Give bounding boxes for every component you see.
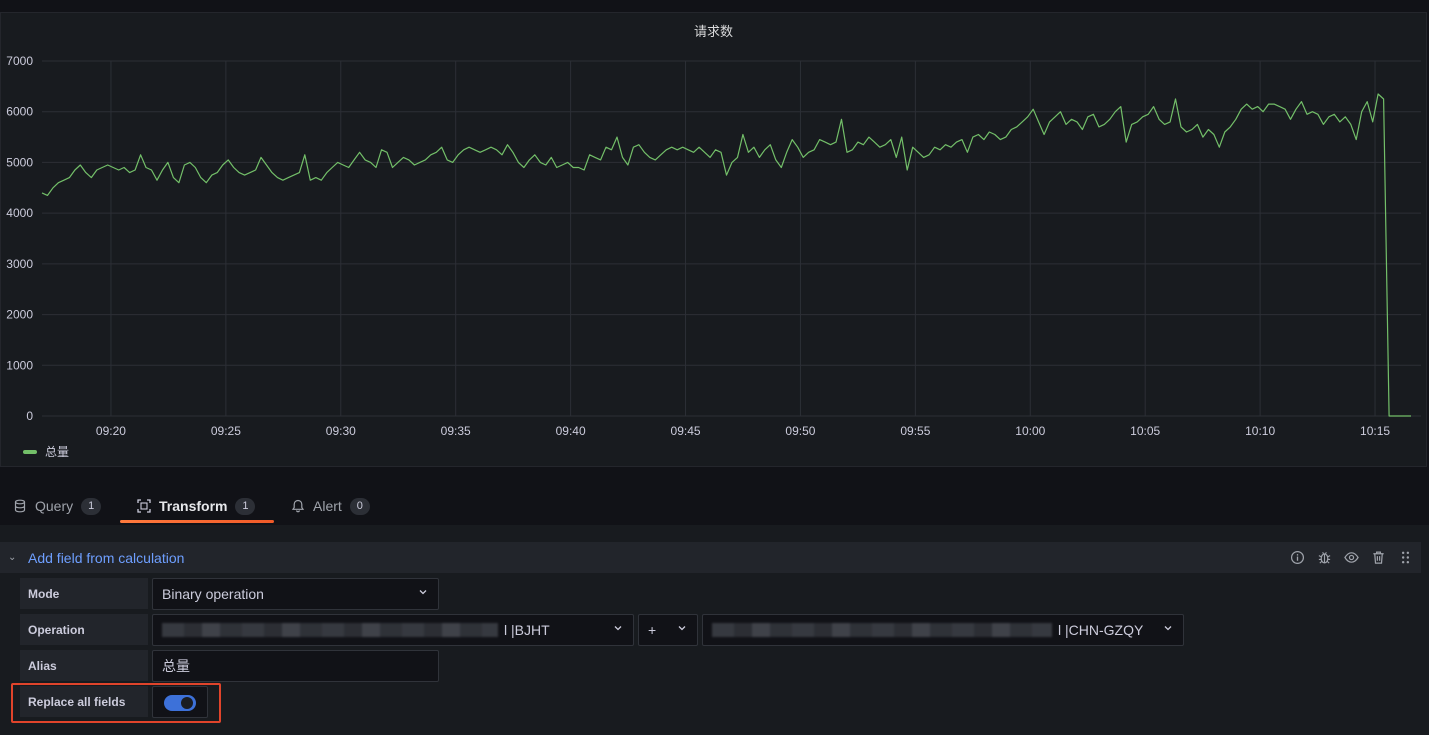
x-tick-label: 09:40 bbox=[556, 424, 586, 438]
chart-legend: 总量 bbox=[23, 443, 69, 460]
active-tab-indicator bbox=[120, 520, 274, 523]
transformation-title[interactable]: Add field from calculation bbox=[28, 550, 184, 566]
y-tick-label: 6000 bbox=[6, 105, 33, 119]
bell-icon bbox=[291, 499, 305, 513]
tab-transform-label: Transform bbox=[159, 498, 228, 514]
y-tick-label: 5000 bbox=[6, 155, 33, 169]
tab-alert-count: 0 bbox=[349, 497, 370, 515]
info-icon[interactable] bbox=[1290, 550, 1305, 565]
x-tick-label: 09:20 bbox=[96, 424, 126, 438]
editor-tabs: Query 1 Transform 1 Alert 0 bbox=[0, 488, 600, 524]
x-tick-label: 09:35 bbox=[441, 424, 471, 438]
trash-icon[interactable] bbox=[1371, 550, 1386, 565]
y-tick-label: 4000 bbox=[6, 206, 33, 220]
eye-icon[interactable] bbox=[1344, 550, 1359, 565]
line-chart: 0 1000 2000 3000 4000 5000 6000 7000 09:20 09:25 0… bbox=[6, 54, 1421, 438]
chevron-down-icon bbox=[678, 626, 686, 631]
chevron-down-icon[interactable]: ⌄ bbox=[8, 552, 18, 563]
transformation-header[interactable]: ⌄ Add field from calculation bbox=[0, 542, 1421, 573]
highlight-annotation-box bbox=[11, 683, 221, 723]
x-tick-label: 10:00 bbox=[1015, 424, 1045, 438]
y-tick-label: 0 bbox=[26, 409, 33, 423]
x-tick-label: 09:25 bbox=[211, 424, 241, 438]
bug-icon[interactable] bbox=[1317, 550, 1332, 565]
y-tick-label: 2000 bbox=[6, 308, 33, 322]
tab-alert[interactable]: Alert 0 bbox=[291, 488, 370, 524]
tab-query-label: Query bbox=[35, 498, 74, 514]
tab-query[interactable]: Query 1 bbox=[13, 488, 102, 524]
alias-label: Alias bbox=[20, 650, 148, 681]
mode-label: Mode bbox=[20, 578, 148, 609]
drag-handle-icon[interactable] bbox=[1398, 550, 1413, 565]
transformation-actions bbox=[1290, 542, 1413, 573]
y-tick-label: 1000 bbox=[6, 358, 33, 372]
y-tick-label: 7000 bbox=[6, 54, 33, 68]
legend-item-label[interactable]: 总量 bbox=[45, 443, 69, 460]
x-tick-label: 09:45 bbox=[671, 424, 701, 438]
x-tick-label: 09:50 bbox=[785, 424, 815, 438]
redacted-field-name bbox=[712, 623, 1052, 637]
graph-panel: 请求数 0 1000 2000 3000 4000 5000 6000 7000 09:20 09… bbox=[0, 12, 1427, 467]
tab-transform[interactable]: Transform 1 bbox=[137, 488, 256, 524]
operation-left-field-select[interactable]: l |BJHT bbox=[152, 614, 634, 646]
x-tick-label: 09:55 bbox=[900, 424, 930, 438]
tab-query-count: 1 bbox=[81, 497, 102, 515]
operator-value: + bbox=[648, 622, 657, 638]
x-tick-label: 10:05 bbox=[1130, 424, 1160, 438]
mode-select[interactable]: Binary operation bbox=[152, 578, 439, 610]
chevron-down-icon bbox=[1164, 626, 1172, 631]
transform-icon bbox=[137, 499, 151, 513]
legend-swatch bbox=[23, 449, 37, 454]
chevron-down-icon bbox=[614, 626, 622, 631]
alias-input-value: 总量 bbox=[162, 658, 190, 674]
x-tick-label: 10:10 bbox=[1245, 424, 1275, 438]
operation-left-field-suffix: l |BJHT bbox=[504, 622, 550, 638]
operation-right-field-select[interactable]: l |CHN-GZQY bbox=[702, 614, 1184, 646]
redacted-field-name bbox=[162, 623, 498, 637]
series-line bbox=[41, 93, 1411, 417]
operation-label: Operation bbox=[20, 614, 148, 645]
operator-select[interactable]: + bbox=[638, 614, 698, 646]
top-strip bbox=[0, 0, 1429, 12]
x-tick-label: 10:15 bbox=[1360, 424, 1390, 438]
tab-alert-label: Alert bbox=[313, 498, 342, 514]
y-tick-label: 3000 bbox=[6, 257, 33, 271]
tab-transform-count: 1 bbox=[235, 497, 256, 515]
operation-right-field-suffix: l |CHN-GZQY bbox=[1058, 622, 1144, 638]
chevron-down-icon bbox=[419, 590, 427, 595]
database-icon bbox=[14, 499, 26, 513]
x-tick-label: 09:30 bbox=[326, 424, 356, 438]
alias-input[interactable]: 总量 bbox=[152, 650, 439, 682]
mode-select-value: Binary operation bbox=[162, 586, 264, 602]
